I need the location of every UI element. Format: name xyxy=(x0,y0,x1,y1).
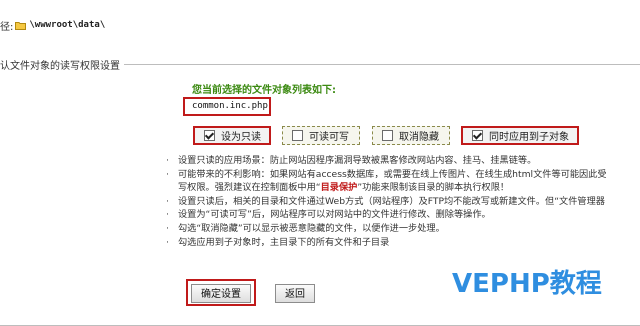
confirm-settings-button[interactable]: 确定设置 xyxy=(191,284,251,303)
apply-children-checkbox[interactable] xyxy=(472,130,483,141)
note-item: · 设置只读后，相关的目录和文件通过Web方式（网站程序）及FTP均不能改写或新建… xyxy=(166,195,605,207)
notes-list: · 设置只读的应用场景：防止网站因程序漏洞导致被黑客修改网站内容、挂马、挂黑链等。… xyxy=(166,154,640,249)
current-path-row: 径: \wwwroot\data\ xyxy=(0,17,105,33)
back-button[interactable]: 返回 xyxy=(275,284,315,303)
folder-icon xyxy=(15,21,27,30)
fieldset-legend: 认文件对象的读写权限设置 xyxy=(0,57,124,72)
unhide-label: 取消隐藏 xyxy=(399,132,439,143)
selected-files-heading: 您当前选择的文件对象列表如下: xyxy=(192,85,336,96)
apply-children-label: 同时应用到子对象 xyxy=(489,132,569,143)
path-label: 径: xyxy=(0,21,14,33)
read-only-label: 设为只读 xyxy=(221,132,261,143)
option-read-write[interactable]: 可读可写 xyxy=(282,126,360,145)
unhide-checkbox[interactable] xyxy=(382,130,393,141)
note-item: · 可能带来的不利影响：如果网站有access数据库，或需要在线上传图片、在线生成… xyxy=(166,168,607,194)
option-unhide[interactable]: 取消隐藏 xyxy=(372,126,450,145)
note-item: · 勾选应用到子对象时，主目录下的所有文件和子目录 xyxy=(166,236,390,248)
read-write-label: 可读可写 xyxy=(309,132,349,143)
read-write-checkbox[interactable] xyxy=(292,130,303,141)
note-item: · 设置为“可读可写”后，网站程序可以对网站中的文件进行修改、删除等操作。 xyxy=(166,209,491,221)
directory-protection-highlight: 目录保护 xyxy=(320,182,358,194)
option-read-only[interactable]: 设为只读 xyxy=(193,126,271,145)
option-apply-to-children[interactable]: 同时应用到子对象 xyxy=(461,126,579,145)
selected-file-list[interactable]: common.inc.php xyxy=(183,97,271,116)
read-only-checkbox[interactable] xyxy=(204,130,215,141)
note-item: · 勾选“取消隐藏”可以显示被恶意隐藏的文件，以便作进一步处理。 xyxy=(166,222,445,234)
note-item: · 设置只读的应用场景：防止网站因程序漏洞导致被黑客修改网站内容、挂马、挂黑链等。 xyxy=(166,155,537,166)
path-value: \wwwroot\data\ xyxy=(29,20,106,30)
watermark: VEPHP教程 xyxy=(452,269,602,299)
